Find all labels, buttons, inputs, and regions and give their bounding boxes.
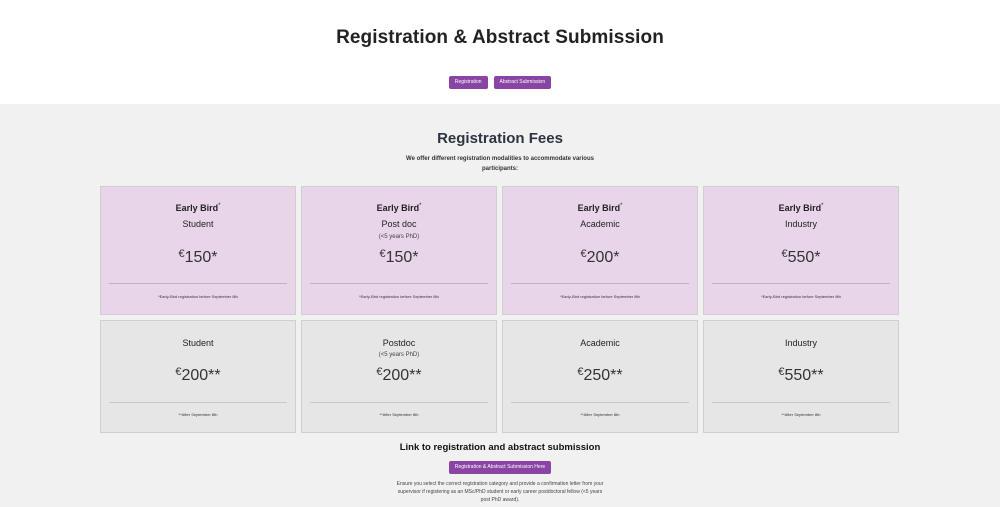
regular-card-academic: Academic €250** **After September 8th (502, 320, 698, 433)
early-bird-card-academic: Early Bird* Academic €200* *Early-Bird r… (502, 186, 698, 315)
card-divider (310, 402, 488, 403)
regular-card-student: Student €200** **After September 8th (100, 320, 296, 433)
card-divider (109, 283, 287, 284)
card-category: Student (182, 338, 214, 348)
registration-link-heading: Link to registration and abstract submis… (399, 442, 601, 453)
tier-label: Early Bird* (778, 203, 824, 213)
card-price: €200** (376, 366, 422, 384)
section-title: Registration Fees (437, 130, 563, 147)
card-note: *Early-Bird registration before Septembe… (761, 294, 841, 299)
card-subtext: (<5 years PhD) (378, 234, 420, 240)
card-category: Academic (580, 338, 620, 348)
card-note: **After September 8th (580, 412, 620, 417)
card-note: *Early-Bird registration before Septembe… (158, 294, 238, 299)
registration-fees-section: Registration Fees We offer different reg… (0, 104, 1000, 507)
card-category: Industry (784, 219, 817, 229)
page-header: Registration & Abstract Submission Regis… (0, 0, 1000, 104)
card-note: **After September 8th (178, 412, 218, 417)
tier-label: Early Bird* (175, 203, 221, 213)
regular-card-industry: Industry €550** **After September 8th (703, 320, 899, 433)
card-price: €200** (175, 366, 221, 384)
card-note: *Early-Bird registration before Septembe… (560, 294, 640, 299)
card-note: **After September 8th (781, 412, 821, 417)
card-category: Post doc (381, 219, 417, 229)
card-divider (109, 402, 287, 403)
card-divider (712, 283, 890, 284)
card-divider (310, 283, 488, 284)
tier-label: Early Bird* (577, 203, 623, 213)
page-title: Registration & Abstract Submission (336, 27, 664, 48)
tier-label: Early Bird* (376, 203, 422, 213)
card-divider (511, 283, 689, 284)
early-bird-row: Early Bird* Student €150* *Early-Bird re… (100, 186, 901, 315)
section-intro: We offer different registration modaliti… (406, 156, 594, 172)
card-price: €150* (178, 248, 218, 266)
regular-card-postdoc: Postdoc (<5 years PhD) €200** **After Se… (301, 320, 497, 433)
registration-footnote: Ensure you select the correct registrati… (396, 481, 604, 503)
early-bird-card-student: Early Bird* Student €150* *Early-Bird re… (100, 186, 296, 315)
abstract-submission-button[interactable]: Abstract Submission (493, 76, 552, 89)
registration-submission-button[interactable]: Registration & Abstract Submission Here (448, 461, 552, 474)
card-divider (712, 402, 890, 403)
card-price: €150* (379, 248, 419, 266)
card-price: €550** (778, 366, 824, 384)
card-subtext: (<5 years PhD) (378, 352, 420, 358)
card-divider (511, 402, 689, 403)
card-category: Industry (784, 338, 817, 348)
card-price: €550* (781, 248, 821, 266)
registration-link-wrap: Registration & Abstract Submission Here (0, 461, 1000, 474)
card-note: *Early-Bird registration before Septembe… (359, 294, 439, 299)
card-note: **After September 8th (379, 412, 419, 417)
card-category: Postdoc (382, 338, 416, 348)
regular-row: Student €200** **After September 8th Pos… (100, 320, 901, 433)
card-category: Academic (580, 219, 620, 229)
header-button-group: Registration Abstract Submission (0, 76, 1000, 89)
card-price: €200* (580, 248, 620, 266)
early-bird-card-industry: Early Bird* Industry €550* *Early-Bird r… (703, 186, 899, 315)
registration-button[interactable]: Registration (448, 76, 488, 89)
card-category: Student (182, 219, 214, 229)
card-price: €250** (577, 366, 623, 384)
early-bird-card-postdoc: Early Bird* Post doc (<5 years PhD) €150… (301, 186, 497, 315)
